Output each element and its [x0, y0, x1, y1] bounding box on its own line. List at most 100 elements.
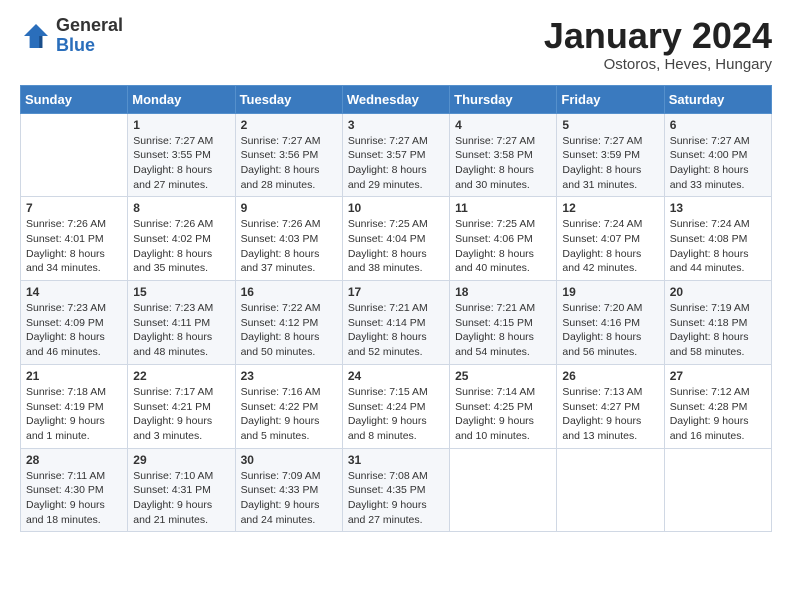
calendar-table: SundayMondayTuesdayWednesdayThursdayFrid…	[20, 85, 772, 533]
logo: General Blue	[20, 16, 123, 56]
page-header: General Blue January 2024 Ostoros, Heves…	[20, 16, 772, 73]
day-info: Sunrise: 7:24 AMSunset: 4:07 PMDaylight:…	[562, 217, 658, 276]
calendar-cell: 5 Sunrise: 7:27 AMSunset: 3:59 PMDaylight…	[557, 113, 664, 197]
calendar-cell: 14 Sunrise: 7:23 AMSunset: 4:09 PMDayligh…	[21, 281, 128, 365]
calendar-cell: 25 Sunrise: 7:14 AMSunset: 4:25 PMDayligh…	[450, 364, 557, 448]
day-info: Sunrise: 7:25 AMSunset: 4:04 PMDaylight:…	[348, 217, 444, 276]
calendar-cell: 21Sunrise: 7:18 AMSunset: 4:19 PMDayligh…	[21, 364, 128, 448]
day-number: 12	[562, 201, 658, 215]
month-title: January 2024	[544, 16, 772, 56]
day-number: 20	[670, 285, 766, 299]
week-row-5: 28Sunrise: 7:11 AMSunset: 4:30 PMDayligh…	[21, 448, 772, 532]
calendar-cell	[21, 113, 128, 197]
day-info: Sunrise: 7:21 AMSunset: 4:15 PMDaylight:…	[455, 301, 551, 360]
day-number: 26	[562, 369, 658, 383]
day-info: Sunrise: 7:12 AMSunset: 4:28 PMDaylight:…	[670, 385, 766, 444]
day-number: 2	[241, 118, 337, 132]
weekday-header-row: SundayMondayTuesdayWednesdayThursdayFrid…	[21, 85, 772, 113]
day-number: 10	[348, 201, 444, 215]
day-number: 11	[455, 201, 551, 215]
calendar-cell: 30 Sunrise: 7:09 AMSunset: 4:33 PMDayligh…	[235, 448, 342, 532]
day-number: 1	[133, 118, 229, 132]
title-block: January 2024 Ostoros, Heves, Hungary	[544, 16, 772, 73]
calendar-cell: 18Sunrise: 7:21 AMSunset: 4:15 PMDayligh…	[450, 281, 557, 365]
calendar-cell	[450, 448, 557, 532]
calendar-cell: 22 Sunrise: 7:17 AMSunset: 4:21 PMDayligh…	[128, 364, 235, 448]
location: Ostoros, Heves, Hungary	[544, 56, 772, 73]
day-number: 22	[133, 369, 229, 383]
weekday-header-sunday: Sunday	[21, 85, 128, 113]
logo-blue: Blue	[56, 36, 123, 56]
day-number: 25	[455, 369, 551, 383]
weekday-header-monday: Monday	[128, 85, 235, 113]
calendar-cell: 12 Sunrise: 7:24 AMSunset: 4:07 PMDayligh…	[557, 197, 664, 281]
day-info: Sunrise: 7:14 AMSunset: 4:25 PMDaylight:…	[455, 385, 551, 444]
day-info: Sunrise: 7:20 AMSunset: 4:16 PMDaylight:…	[562, 301, 658, 360]
day-number: 4	[455, 118, 551, 132]
week-row-1: 1Sunrise: 7:27 AMSunset: 3:55 PMDaylight…	[21, 113, 772, 197]
calendar-cell: 19 Sunrise: 7:20 AMSunset: 4:16 PMDayligh…	[557, 281, 664, 365]
day-number: 9	[241, 201, 337, 215]
day-number: 5	[562, 118, 658, 132]
week-row-4: 21Sunrise: 7:18 AMSunset: 4:19 PMDayligh…	[21, 364, 772, 448]
day-info: Sunrise: 7:26 AMSunset: 4:03 PMDaylight:…	[241, 217, 337, 276]
day-info: Sunrise: 7:26 AMSunset: 4:02 PMDaylight:…	[133, 217, 229, 276]
day-info: Sunrise: 7:27 AMSunset: 3:56 PMDaylight:…	[241, 134, 337, 193]
day-info: Sunrise: 7:21 AMSunset: 4:14 PMDaylight:…	[348, 301, 444, 360]
logo-general: General	[56, 16, 123, 36]
day-number: 3	[348, 118, 444, 132]
day-info: Sunrise: 7:26 AMSunset: 4:01 PMDaylight:…	[26, 217, 122, 276]
day-info: Sunrise: 7:23 AMSunset: 4:09 PMDaylight:…	[26, 301, 122, 360]
calendar-cell: 8 Sunrise: 7:26 AMSunset: 4:02 PMDaylight…	[128, 197, 235, 281]
day-number: 27	[670, 369, 766, 383]
day-info: Sunrise: 7:16 AMSunset: 4:22 PMDaylight:…	[241, 385, 337, 444]
calendar-cell: 4Sunrise: 7:27 AMSunset: 3:58 PMDaylight…	[450, 113, 557, 197]
day-info: Sunrise: 7:22 AMSunset: 4:12 PMDaylight:…	[241, 301, 337, 360]
day-number: 21	[26, 369, 122, 383]
calendar-cell: 17 Sunrise: 7:21 AMSunset: 4:14 PMDayligh…	[342, 281, 449, 365]
day-number: 30	[241, 453, 337, 467]
day-info: Sunrise: 7:10 AMSunset: 4:31 PMDaylight:…	[133, 469, 229, 528]
day-number: 6	[670, 118, 766, 132]
calendar-cell: 3 Sunrise: 7:27 AMSunset: 3:57 PMDaylight…	[342, 113, 449, 197]
day-info: Sunrise: 7:13 AMSunset: 4:27 PMDaylight:…	[562, 385, 658, 444]
day-number: 17	[348, 285, 444, 299]
weekday-header-thursday: Thursday	[450, 85, 557, 113]
day-number: 13	[670, 201, 766, 215]
day-number: 16	[241, 285, 337, 299]
day-info: Sunrise: 7:19 AMSunset: 4:18 PMDaylight:…	[670, 301, 766, 360]
day-number: 15	[133, 285, 229, 299]
day-info: Sunrise: 7:08 AMSunset: 4:35 PMDaylight:…	[348, 469, 444, 528]
day-info: Sunrise: 7:24 AMSunset: 4:08 PMDaylight:…	[670, 217, 766, 276]
day-info: Sunrise: 7:25 AMSunset: 4:06 PMDaylight:…	[455, 217, 551, 276]
day-number: 29	[133, 453, 229, 467]
calendar-cell: 20 Sunrise: 7:19 AMSunset: 4:18 PMDayligh…	[664, 281, 771, 365]
day-number: 24	[348, 369, 444, 383]
day-info: Sunrise: 7:27 AMSunset: 3:57 PMDaylight:…	[348, 134, 444, 193]
calendar-cell: 6 Sunrise: 7:27 AMSunset: 4:00 PMDaylight…	[664, 113, 771, 197]
day-number: 31	[348, 453, 444, 467]
day-number: 8	[133, 201, 229, 215]
day-info: Sunrise: 7:09 AMSunset: 4:33 PMDaylight:…	[241, 469, 337, 528]
day-number: 7	[26, 201, 122, 215]
day-number: 19	[562, 285, 658, 299]
calendar-cell: 10 Sunrise: 7:25 AMSunset: 4:04 PMDayligh…	[342, 197, 449, 281]
calendar-cell: 27 Sunrise: 7:12 AMSunset: 4:28 PMDayligh…	[664, 364, 771, 448]
day-info: Sunrise: 7:27 AMSunset: 4:00 PMDaylight:…	[670, 134, 766, 193]
day-info: Sunrise: 7:17 AMSunset: 4:21 PMDaylight:…	[133, 385, 229, 444]
day-number: 14	[26, 285, 122, 299]
day-info: Sunrise: 7:15 AMSunset: 4:24 PMDaylight:…	[348, 385, 444, 444]
weekday-header-friday: Friday	[557, 85, 664, 113]
calendar-cell: 15Sunrise: 7:23 AMSunset: 4:11 PMDayligh…	[128, 281, 235, 365]
calendar-cell: 11 Sunrise: 7:25 AMSunset: 4:06 PMDayligh…	[450, 197, 557, 281]
calendar-cell: 26 Sunrise: 7:13 AMSunset: 4:27 PMDayligh…	[557, 364, 664, 448]
calendar-cell: 2 Sunrise: 7:27 AMSunset: 3:56 PMDaylight…	[235, 113, 342, 197]
calendar-cell: 13 Sunrise: 7:24 AMSunset: 4:08 PMDayligh…	[664, 197, 771, 281]
week-row-2: 7 Sunrise: 7:26 AMSunset: 4:01 PMDaylight…	[21, 197, 772, 281]
calendar-cell	[664, 448, 771, 532]
day-info: Sunrise: 7:27 AMSunset: 3:59 PMDaylight:…	[562, 134, 658, 193]
calendar-cell: 24 Sunrise: 7:15 AMSunset: 4:24 PMDayligh…	[342, 364, 449, 448]
calendar-cell: 1Sunrise: 7:27 AMSunset: 3:55 PMDaylight…	[128, 113, 235, 197]
calendar-cell: 23Sunrise: 7:16 AMSunset: 4:22 PMDayligh…	[235, 364, 342, 448]
logo-text: General Blue	[56, 16, 123, 56]
